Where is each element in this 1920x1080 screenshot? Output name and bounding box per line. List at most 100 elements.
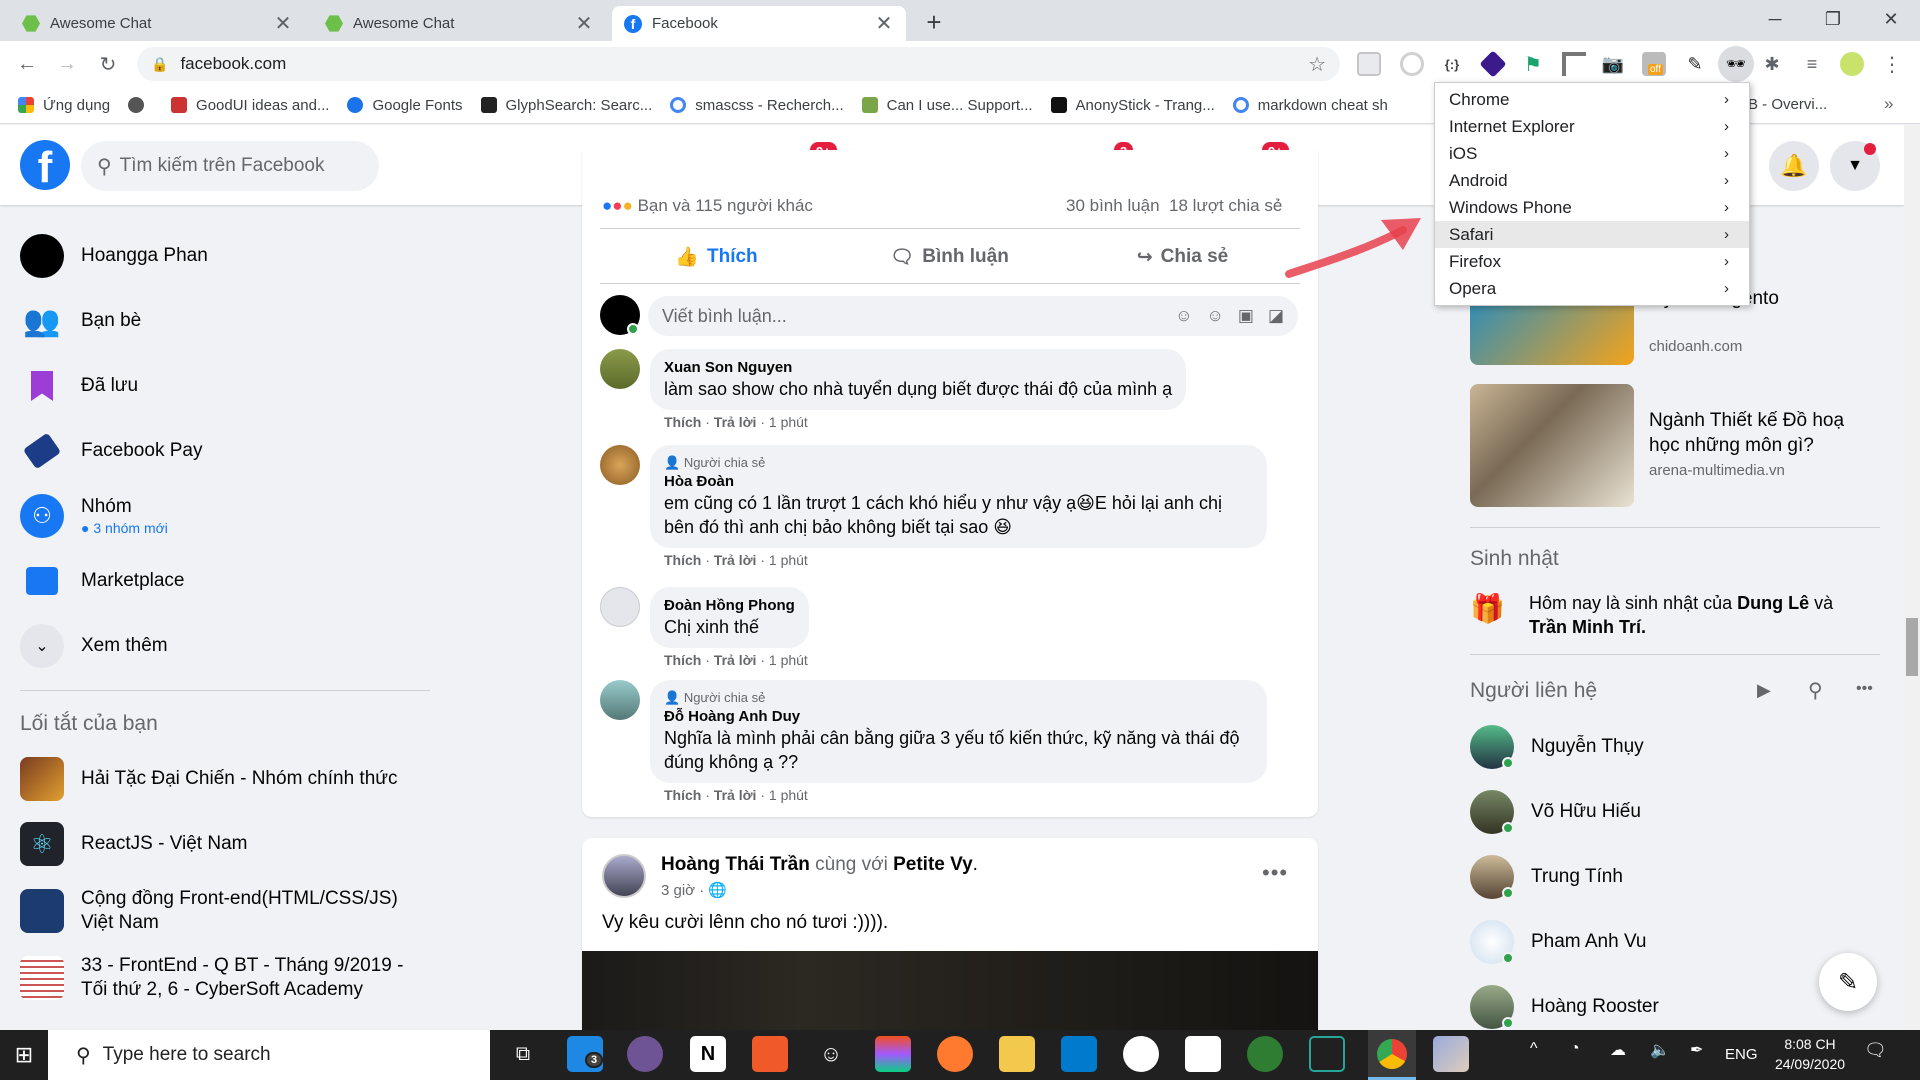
pen-icon[interactable]: ✒ [1690,1040,1703,1060]
like-button[interactable]: 👍 Thích [600,235,833,279]
minimize-icon[interactable]: ─ [1752,0,1798,38]
comment-author[interactable]: Hòa Đoàn [664,472,1253,491]
comment-like-link[interactable]: Thích [664,787,701,803]
json-extension-icon[interactable]: {:} [1440,52,1464,76]
bookmark-item[interactable]: markdown cheat sh [1232,97,1388,114]
new-message-button[interactable]: ✎ [1819,953,1877,1011]
contact-item[interactable]: Võ Hữu Hiếu [1470,790,1641,834]
menu-item-android[interactable]: Android › [1435,167,1749,194]
birthday-person[interactable]: Trần Minh Trí. [1529,617,1646,637]
show-hidden-icons-icon[interactable]: ^ [1530,1040,1538,1058]
sidebar-item-marketplace[interactable]: Marketplace [20,559,185,603]
bookmark-item[interactable]: Google Fonts [347,97,463,114]
sidebar-profile[interactable]: Hoangga Phan [20,234,208,278]
bookmark-item[interactable]: Can I use... Support... [861,97,1033,114]
avatar[interactable] [602,854,646,898]
reading-list-icon[interactable]: ≡ [1800,52,1824,76]
sidebar-item-friends[interactable]: 👥 Bạn bè [20,299,141,343]
share-button[interactable]: ↪ Chia sẻ [1066,235,1299,279]
maximize-icon[interactable]: ❐ [1810,0,1856,38]
birthday-text[interactable]: Hôm nay là sinh nhật của Dung Lê và Trần… [1529,591,1869,639]
bookmark-label[interactable]: B - Overvi... [1748,96,1827,113]
bookmark-item[interactable]: GoodUI ideas and... [171,97,329,114]
sidebar-item-saved[interactable]: Đã lưu [20,364,138,408]
more-options-icon[interactable]: ••• [1262,860,1288,886]
app-icon[interactable] [1185,1036,1221,1072]
wifi-icon[interactable]: ◔ [1570,1040,1580,1058]
comment-input[interactable]: Viết bình luận... ☺ ☺ ▣ ◪ [648,296,1298,336]
app-icon[interactable] [752,1036,788,1072]
post-tagged-person[interactable]: Petite Vy [893,854,973,875]
post-image[interactable] [582,951,1318,1030]
shortcut-item[interactable]: 33 - FrontEnd - Q BT - Tháng 9/2019 - Tố… [20,954,430,1002]
extension-icon[interactable]: off [1642,52,1666,76]
taskbar-search-input[interactable]: ⚲ Type here to search [48,1030,490,1080]
sidebar-item-groups[interactable]: ⚇ Nhóm ● 3 nhóm mới [20,494,168,538]
avatar[interactable] [600,680,640,720]
comment-reply-link[interactable]: Trả lời [714,552,757,568]
ad-title[interactable]: Ngành Thiết kế Đồ hoạ học những môn gì? [1649,408,1869,458]
comment-time[interactable]: 1 phút [769,652,808,668]
app-icon[interactable] [1123,1036,1159,1072]
sticker-icon[interactable]: ◪ [1268,306,1284,326]
reactions-summary[interactable]: ●●● Bạn và 115 người khác [602,196,813,216]
terminal-icon[interactable] [1309,1036,1345,1072]
extension-icon[interactable] [1357,52,1381,76]
app-icon[interactable] [1433,1036,1469,1072]
menu-item-opera[interactable]: Opera › [1435,275,1749,302]
search-icon[interactable]: ⚲ [1808,678,1823,703]
menu-item-internet-explorer[interactable]: Internet Explorer › [1435,113,1749,140]
volume-icon[interactable]: 🔈 [1650,1040,1670,1060]
post-stats[interactable]: 30 bình luận 18 lượt chia sẻ [1066,196,1282,216]
comment-author[interactable]: Đoàn Hồng Phong [664,596,795,615]
close-tab-icon[interactable]: ✕ [874,11,894,36]
comment-like-link[interactable]: Thích [664,652,701,668]
cloud-icon[interactable]: ☁ [1610,1040,1626,1060]
facebook-logo-icon[interactable]: f [20,140,70,192]
menu-item-firefox[interactable]: Firefox › [1435,248,1749,275]
contact-item[interactable]: Nguyễn Thụy [1470,725,1644,769]
comment-button[interactable]: 🗨 Bình luận [833,235,1066,279]
browser-tab-facebook[interactable]: f Facebook ✕ [612,6,906,41]
shortcut-item[interactable]: ⚛ ReactJS - Việt Nam [20,822,247,866]
emoji-app-icon[interactable]: ☺ [813,1036,849,1072]
windows-start-icon[interactable]: ⊞ [0,1030,48,1080]
bookmark-item[interactable]: smascss - Recherch... [670,97,844,114]
comment-reply-link[interactable]: Trả lời [714,652,757,668]
comment-reply-link[interactable]: Trả lời [714,414,757,430]
back-icon[interactable]: ← [12,49,42,79]
avatar[interactable] [600,349,640,389]
avatar-sticker-icon[interactable]: ☺ [1175,306,1192,326]
close-tab-icon[interactable]: ✕ [574,11,594,36]
comment-author[interactable]: Đỗ Hoàng Anh Duy [664,707,1253,726]
menu-item-windows-phone[interactable]: Windows Phone › [1435,194,1749,221]
avatar[interactable] [600,587,640,627]
bookmark-item[interactable]: AnonyStick - Trang... [1050,97,1215,114]
forward-icon[interactable]: → [52,49,82,79]
reload-icon[interactable]: ↻ [93,49,123,79]
menu-item-chrome[interactable]: Chrome › [1435,86,1749,113]
comment-like-link[interactable]: Thích [664,414,701,430]
action-center-icon[interactable]: 🗨 [1864,1040,1887,1061]
bookmark-item[interactable] [128,97,153,113]
bookmark-star-icon[interactable]: ☆ [1308,52,1326,77]
comment-author[interactable]: Xuan Son Nguyen [664,358,1172,377]
emoji-icon[interactable]: ☺ [1207,306,1224,326]
bookmark-apps[interactable]: Ứng dụng [18,97,110,114]
contact-item[interactable]: Hoàng Rooster [1470,985,1659,1029]
extension-icon[interactable] [1562,52,1586,76]
task-view-icon[interactable]: ⧉ [505,1036,541,1072]
clock[interactable]: 8:08 CH 24/09/2020 [1770,1034,1850,1074]
pen-extension-icon[interactable]: ✎ [1683,52,1707,76]
file-explorer-icon[interactable] [999,1036,1035,1072]
video-call-icon[interactable]: ▶ [1757,680,1771,701]
extension-icon[interactable] [1400,52,1424,76]
notion-icon[interactable]: N [690,1036,726,1072]
account-menu-button[interactable]: ▼ [1830,141,1880,191]
user-agent-switcher-icon[interactable]: 🕶 [1718,46,1754,82]
menu-item-safari[interactable]: Safari › [1435,221,1749,248]
window-close-icon[interactable]: ✕ [1868,0,1914,38]
gif-icon[interactable]: ▣ [1238,306,1254,326]
shortcut-item[interactable]: Cộng đồng Front-end(HTML/CSS/JS) Việt Na… [20,887,430,935]
comment-time[interactable]: 1 phút [769,414,808,430]
